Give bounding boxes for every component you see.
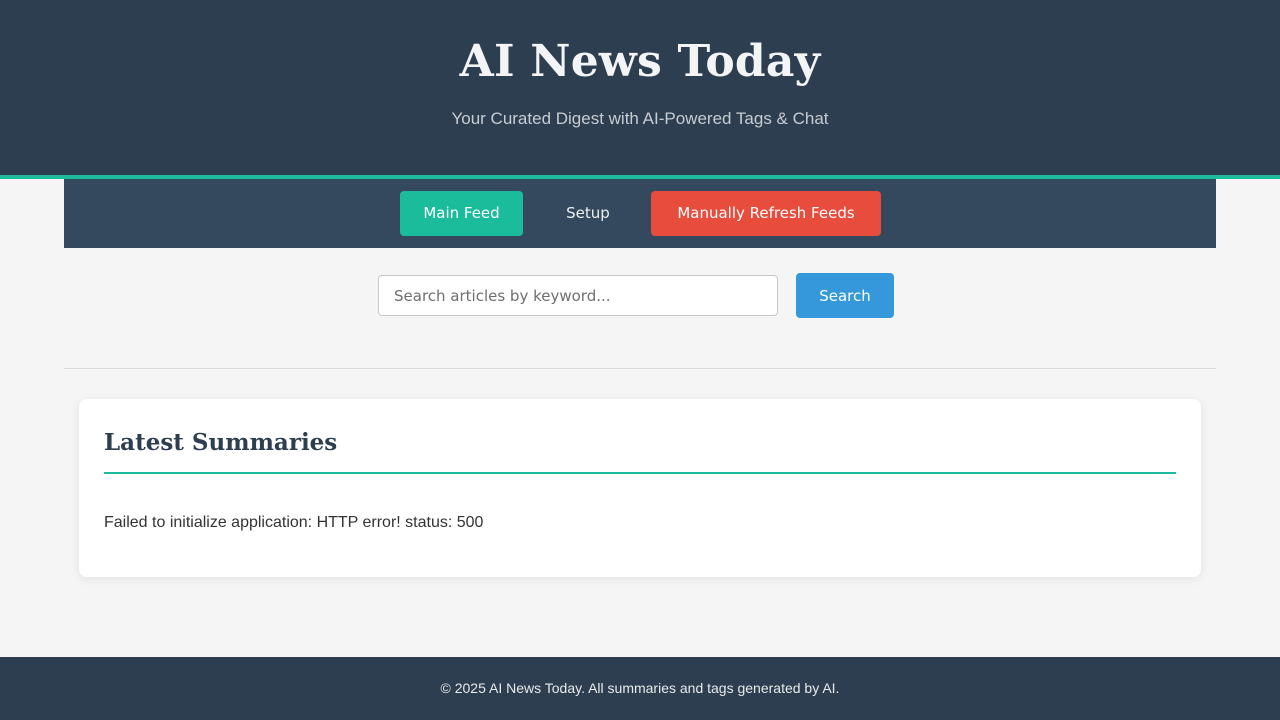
- site-subtitle: Your Curated Digest with AI-Powered Tags…: [451, 109, 829, 128]
- search-input[interactable]: [378, 275, 778, 316]
- summaries-title-rule: [104, 472, 1176, 474]
- section-divider: [64, 368, 1216, 369]
- page: AI News Today Your Curated Digest with A…: [0, 0, 1280, 720]
- error-message: Failed to initialize application: HTTP e…: [104, 514, 484, 531]
- main-nav: Main Feed Setup Manually Refresh Feeds: [64, 179, 1216, 248]
- site-header: AI News Today Your Curated Digest with A…: [0, 0, 1280, 175]
- site-footer: © 2025 AI News Today. All summaries and …: [0, 657, 1280, 720]
- summaries-title: Latest Summaries: [104, 429, 338, 456]
- site-title: AI News Today: [459, 36, 821, 87]
- footer-text: © 2025 AI News Today. All summaries and …: [440, 680, 840, 696]
- setup-button[interactable]: Setup: [544, 191, 632, 236]
- main-feed-button[interactable]: Main Feed: [400, 191, 523, 236]
- refresh-feeds-button[interactable]: Manually Refresh Feeds: [651, 191, 881, 236]
- search-button[interactable]: Search: [796, 273, 894, 318]
- summaries-card: Latest Summaries Failed to initialize ap…: [79, 399, 1201, 577]
